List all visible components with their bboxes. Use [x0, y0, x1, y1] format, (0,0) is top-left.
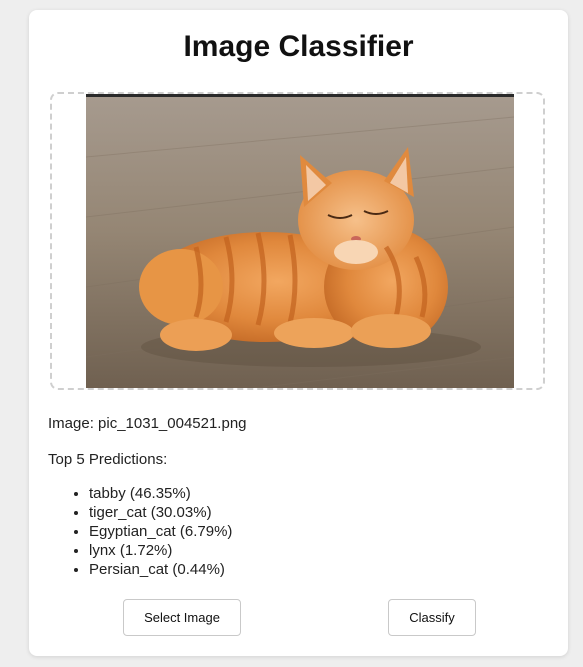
image-preview: [86, 94, 514, 388]
prediction-item: Persian_cat (0.44%): [89, 560, 232, 579]
prediction-item: Egyptian_cat (6.79%): [89, 522, 232, 541]
cat-photo: [86, 97, 514, 388]
image-filename: Image: pic_1031_004521.png: [48, 415, 247, 432]
predictions-list: tabby (46.35%) tiger_cat (30.03%) Egypti…: [48, 484, 232, 579]
select-image-button[interactable]: Select Image: [123, 599, 241, 636]
classifier-card: Image Classifier Image: pic_1031_004521.…: [29, 10, 568, 656]
prediction-item: tabby (46.35%): [89, 484, 232, 503]
image-drop-zone[interactable]: [50, 92, 545, 390]
classify-button[interactable]: Classify: [388, 599, 476, 636]
prediction-item: tiger_cat (30.03%): [89, 503, 232, 522]
predictions-heading: Top 5 Predictions:: [48, 451, 168, 468]
page-title: Image Classifier: [183, 30, 414, 63]
prediction-item: lynx (1.72%): [89, 541, 232, 560]
